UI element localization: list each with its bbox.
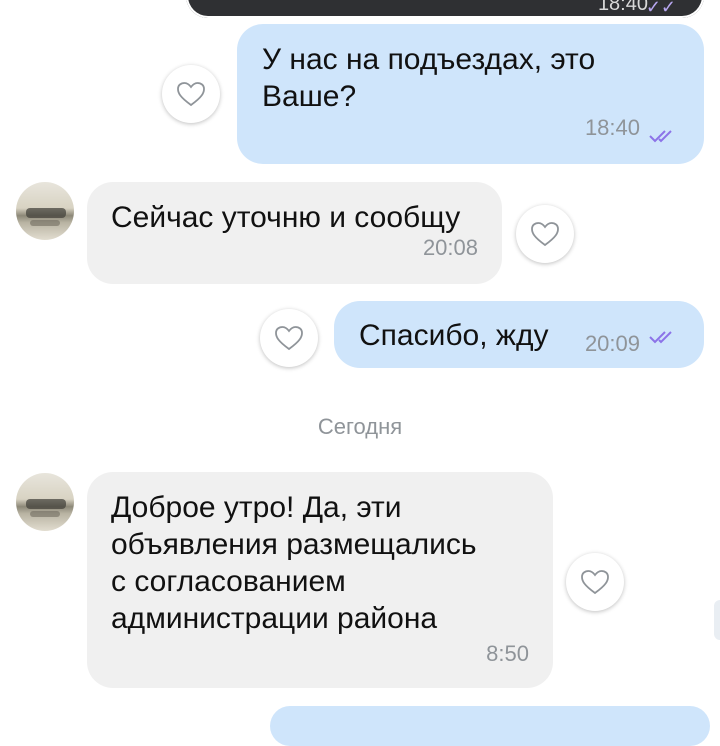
avatar-landscape-icon[interactable] bbox=[16, 182, 74, 240]
message-time: 20:08 bbox=[422, 235, 478, 260]
message-incoming[interactable]: Доброе утро! Да, эти объявления размещал… bbox=[87, 472, 553, 688]
message-text-line: с согласованием bbox=[111, 565, 346, 598]
react-heart-button[interactable] bbox=[260, 309, 318, 367]
message-text-line: администрации района bbox=[111, 602, 438, 635]
double-check-icon bbox=[649, 130, 672, 143]
date-separator: Сегодня bbox=[317, 414, 403, 439]
message-text-line: У нас на подъездах, это bbox=[262, 43, 596, 76]
message-time: 20:09 bbox=[584, 331, 640, 356]
message-time: 18:40 bbox=[597, 0, 648, 15]
react-heart-button[interactable] bbox=[566, 553, 624, 611]
heart-outline-icon bbox=[531, 222, 559, 247]
double-check-icon: ✓✓ bbox=[645, 0, 676, 17]
message-outgoing-partial[interactable] bbox=[270, 706, 710, 746]
message-outgoing[interactable]: У нас на подъездах, это Ваше? 18:40 bbox=[237, 24, 704, 164]
scrollbar-thumb[interactable] bbox=[714, 600, 720, 640]
message-time: 8:50 bbox=[486, 641, 529, 666]
react-heart-button[interactable] bbox=[516, 205, 574, 263]
react-heart-button[interactable] bbox=[162, 65, 220, 123]
heart-outline-icon bbox=[177, 82, 205, 107]
double-check-icon bbox=[649, 331, 672, 344]
heart-outline-icon bbox=[275, 326, 303, 351]
avatar-landscape-icon[interactable] bbox=[16, 473, 74, 531]
heart-outline-icon bbox=[581, 570, 609, 595]
message-text-line: объявления размещались bbox=[111, 528, 477, 561]
message-incoming[interactable]: Сейчас уточню и сообщу 20:08 bbox=[87, 182, 502, 284]
image-message-partial[interactable]: 18:40 ✓✓ bbox=[186, 0, 704, 18]
message-time: 18:40 bbox=[584, 115, 640, 140]
message-outgoing[interactable]: Спасибо, жду 20:09 bbox=[334, 301, 704, 368]
message-text-line: Доброе утро! Да, эти bbox=[111, 491, 402, 524]
